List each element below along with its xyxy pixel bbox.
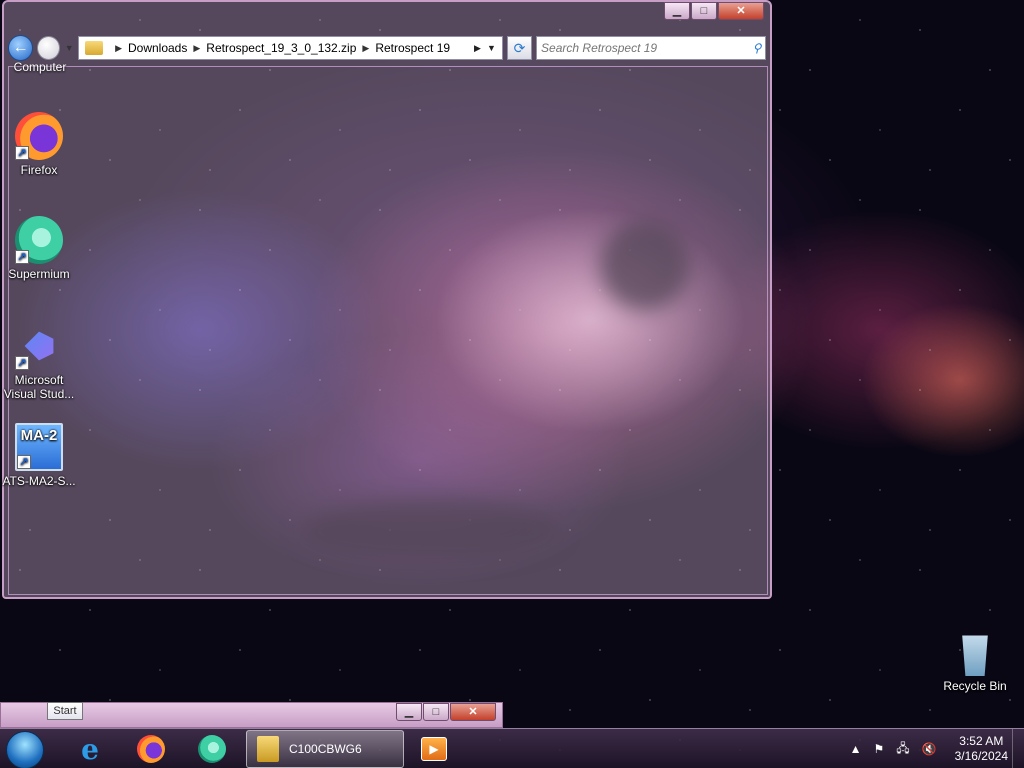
supermium-icon — [198, 735, 226, 763]
taskbar-firefox[interactable] — [131, 733, 171, 765]
shortcut-arrow-icon: ↗ — [15, 356, 29, 370]
address-bar[interactable]: ▶ Downloads ▶ Retrospect_19_3_0_132.zip … — [78, 36, 503, 60]
breadcrumb-zip[interactable]: Retrospect_19_3_0_132.zip — [206, 41, 356, 55]
recycle-bin-icon — [955, 630, 995, 676]
desktop-icon-firefox[interactable]: ↗ Firefox — [1, 112, 77, 177]
desktop-icon-label: Supermium — [8, 267, 70, 281]
recent-pages-dropdown[interactable]: ▼ — [64, 43, 74, 53]
shortcut-arrow-icon: ↗ — [15, 146, 29, 160]
refresh-button[interactable]: ⟳ — [506, 36, 533, 60]
visual-studio-icon: ↗ — [15, 322, 63, 370]
window-controls: ▁ □ ✕ — [396, 703, 496, 721]
supermium-icon: ↗ — [15, 216, 63, 264]
desktop-icon-label: Computer — [13, 60, 67, 74]
clock-date: 3/16/2024 — [954, 749, 1008, 763]
breadcrumb-retrospect-19[interactable]: Retrospect 19 — [375, 41, 450, 55]
folder-icon — [85, 41, 104, 55]
ma2-app-icon: MA-2 ↗ — [15, 423, 63, 471]
desktop-icon-label: ATS-MA2-S... — [2, 474, 76, 488]
taskbar-explorer-item[interactable]: C100CBWG6 — [246, 730, 404, 768]
desktop-icon-label: Microsoft Visual Stud... — [3, 373, 75, 401]
start-tooltip: Start — [47, 702, 83, 720]
shortcut-arrow-icon: ↗ — [17, 455, 31, 469]
taskbar: e C100CBWG6 ▶ ▲ ⚑ 🖧 🔇 3:52 AM 3/16/2024 — [0, 728, 1024, 768]
firefox-icon: ↗ — [15, 112, 63, 160]
show-desktop-button[interactable] — [1012, 729, 1024, 768]
show-hidden-icons-button[interactable]: ▲ — [850, 742, 862, 756]
taskbar-supermium[interactable] — [192, 733, 232, 765]
chevron-right-icon[interactable]: ▶ — [187, 43, 206, 54]
volume-muted-icon[interactable]: 🔇 — [922, 742, 937, 756]
desktop-icon-ats-ma2[interactable]: MA-2 ↗ ATS-MA2-S... — [1, 423, 77, 488]
desktop-icon-label: Firefox — [20, 163, 58, 177]
desktop-icon-label: Recycle Bin — [943, 679, 1007, 693]
chevron-right-icon[interactable]: ▶ — [474, 43, 481, 54]
minimize-button[interactable]: ▁ — [664, 2, 690, 20]
firefox-icon — [137, 735, 165, 763]
zip-folder-icon — [257, 736, 279, 762]
close-button[interactable]: ✕ — [718, 2, 764, 20]
folder-content-area[interactable] — [8, 66, 768, 595]
close-button[interactable]: ✕ — [450, 703, 496, 721]
system-tray: ▲ ⚑ 🖧 🔇 3:52 AM 3/16/2024 — [850, 729, 1024, 768]
maximize-button[interactable]: □ — [691, 2, 717, 20]
internet-explorer-icon: e — [81, 732, 99, 766]
ma2-badge-text: MA-2 — [20, 427, 58, 444]
start-button[interactable] — [6, 731, 44, 768]
taskbar-internet-explorer[interactable]: e — [70, 732, 110, 766]
desktop-icon-visual-studio[interactable]: ↗ Microsoft Visual Stud... — [1, 322, 77, 401]
shortcut-arrow-icon: ↗ — [15, 250, 29, 264]
search-icon[interactable]: ⚲ — [749, 41, 765, 55]
window-controls: ▁ □ ✕ — [664, 2, 764, 20]
desktop-icon-recycle-bin[interactable]: Recycle Bin — [937, 630, 1013, 693]
desktop-icon-computer[interactable]: Computer — [10, 60, 70, 74]
search-box[interactable]: ⚲ — [536, 36, 766, 60]
navigation-bar: ← ▼ ▶ Downloads ▶ Retrospect_19_3_0_132.… — [8, 33, 766, 63]
breadcrumb-downloads[interactable]: Downloads — [128, 41, 187, 55]
chevron-right-icon[interactable]: ▶ — [356, 43, 375, 54]
explorer-window[interactable]: ▁ □ ✕ ← ▼ ▶ Downloads ▶ Retrospect_19_3_… — [2, 0, 772, 599]
search-input[interactable] — [541, 41, 749, 55]
clock-time: 3:52 AM — [959, 734, 1004, 748]
media-player-icon[interactable]: ▶ — [421, 737, 447, 761]
forward-button[interactable] — [37, 36, 61, 60]
chevron-down-icon[interactable]: ▼ — [487, 43, 496, 54]
minimize-button[interactable]: ▁ — [396, 703, 422, 721]
network-icon[interactable]: 🖧 — [896, 739, 909, 760]
taskbar-item-label: C100CBWG6 — [289, 742, 362, 756]
clock[interactable]: 3:52 AM 3/16/2024 — [955, 734, 1008, 764]
back-button[interactable]: ← — [8, 35, 34, 61]
desktop-icon-supermium[interactable]: ↗ Supermium — [1, 216, 77, 281]
maximize-button[interactable]: □ — [423, 703, 449, 721]
action-center-flag-icon[interactable]: ⚑ — [874, 742, 885, 756]
address-arrows: ▶ ▼ — [474, 43, 502, 54]
chevron-right-icon[interactable]: ▶ — [109, 43, 128, 54]
